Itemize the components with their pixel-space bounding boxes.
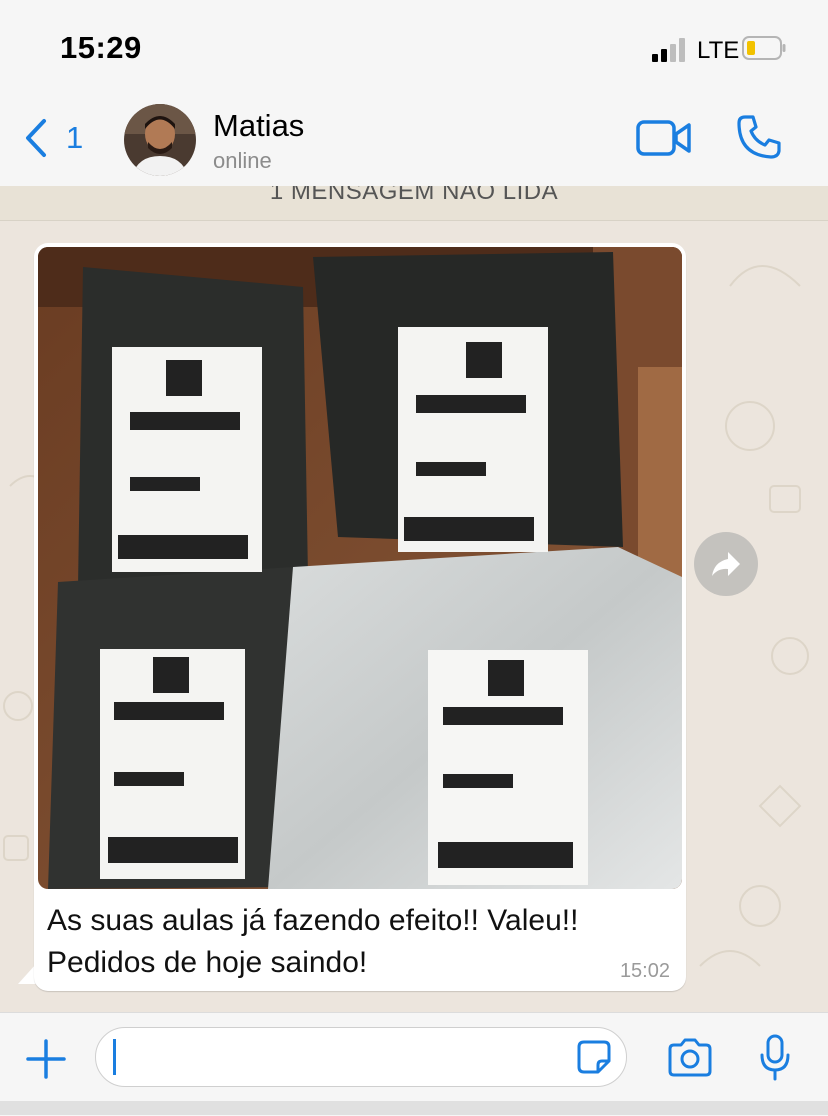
status-time: 15:29 [60,30,142,65]
sticker-button[interactable] [576,1039,612,1075]
attach-button[interactable] [24,1037,68,1081]
forward-arrow-icon [712,552,740,576]
message-text: As suas aulas já fazendo efeito!! Valeu!… [47,900,667,984]
signal-strength-icon [652,38,685,62]
chat-header: 1 Matias online [0,96,828,186]
camera-button[interactable] [666,1037,714,1079]
unread-count: 1 [66,120,84,155]
message-line-1: As suas aulas já fazendo efeito!! Valeu!… [47,904,579,937]
forward-button[interactable] [694,532,758,596]
camera-icon [668,1038,712,1077]
home-indicator-area [0,1101,828,1115]
unread-messages-banner: 1 MENSAGEM NÃO LIDA [0,186,828,221]
microphone-icon [760,1034,790,1081]
battery-icon [742,36,786,60]
message-line-2: Pedidos de hoje saindo! [47,946,368,979]
voice-call-button[interactable] [736,114,782,160]
text-caret [113,1039,116,1075]
back-button[interactable]: 1 [22,118,92,158]
message-photo[interactable] [38,247,682,889]
shipping-label [398,327,548,552]
status-bar: 15:29 LTE [0,0,828,96]
video-camera-icon [636,120,691,156]
sticker-icon [577,1040,611,1074]
message-timestamp: 15:02 [619,960,670,982]
incoming-message-bubble[interactable]: As suas aulas já fazendo efeito!! Valeu!… [34,243,686,991]
contact-name[interactable]: Matias [213,108,304,144]
shipping-label [100,649,245,879]
shipping-label [428,650,588,885]
message-input[interactable] [95,1027,627,1087]
chevron-left-icon [26,119,46,157]
shipping-label [112,347,262,572]
phone-icon [737,115,781,159]
packages-photo [38,247,682,889]
avatar[interactable] [124,104,196,176]
plus-icon [26,1039,66,1079]
microphone-button[interactable] [758,1033,792,1083]
network-type: LTE [697,37,740,64]
chat-area[interactable]: 1 MENSAGEM NÃO LIDA As suas aulas já faz… [0,186,828,1012]
contact-status: online [213,148,272,173]
video-call-button[interactable] [636,118,692,158]
avatar-photo [124,104,196,176]
